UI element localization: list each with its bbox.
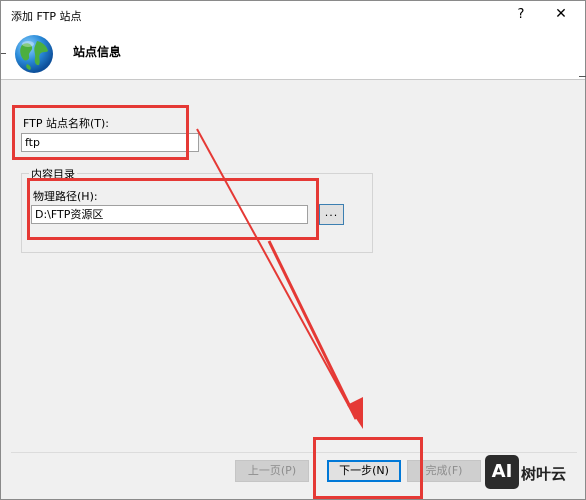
close-button[interactable]: ✕ bbox=[541, 1, 581, 28]
globe-icon bbox=[15, 35, 53, 73]
watermark: AI 树叶云 bbox=[485, 453, 586, 493]
title-bar: 添加 FTP 站点 ? ✕ bbox=[1, 1, 585, 28]
window-title: 添加 FTP 站点 bbox=[11, 10, 82, 23]
annotation-box-site-name bbox=[12, 105, 189, 160]
watermark-text: 树叶云 bbox=[521, 465, 567, 483]
browse-button[interactable]: ... bbox=[319, 204, 344, 225]
add-ftp-site-dialog: 添加 FTP 站点 ? ✕ 站点信息 FTP 站点名称(T): ftp 内容目录… bbox=[0, 0, 586, 500]
edge-mark bbox=[1, 53, 6, 54]
watermark-logo: AI bbox=[485, 455, 519, 489]
annotation-box-physical-path bbox=[27, 178, 319, 240]
edge-mark bbox=[579, 76, 586, 77]
annotation-box-next-button bbox=[313, 437, 423, 499]
page-title: 站点信息 bbox=[73, 45, 122, 59]
help-button[interactable]: ? bbox=[506, 1, 536, 28]
wizard-header: 站点信息 bbox=[1, 28, 585, 80]
previous-button[interactable]: 上一页(P) bbox=[235, 460, 309, 482]
